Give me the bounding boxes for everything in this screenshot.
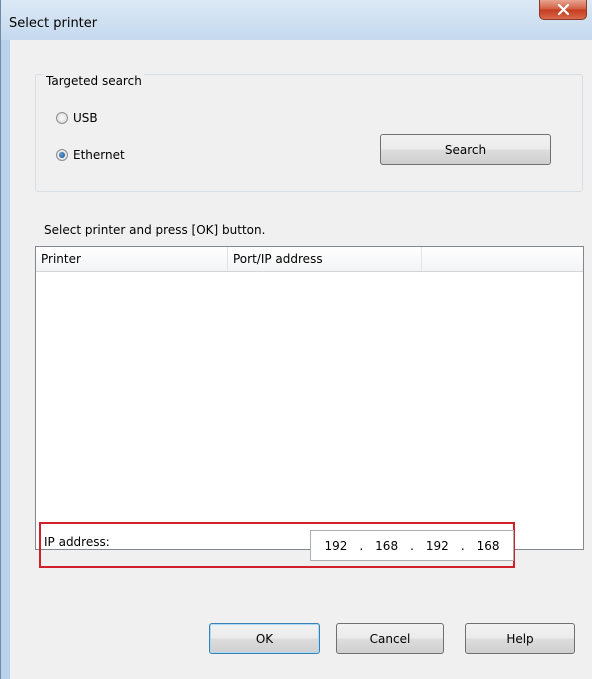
usb-radio[interactable]: [56, 112, 68, 124]
help-button[interactable]: Help: [465, 623, 575, 654]
dialog-window: Select printer Targeted search USB Ether…: [0, 0, 592, 679]
usb-radio-option[interactable]: USB: [56, 111, 98, 125]
ip-separator: .: [460, 538, 465, 553]
ip-octet-2[interactable]: 168: [375, 539, 398, 553]
column-header-printer[interactable]: Printer: [36, 247, 228, 271]
close-icon: [557, 4, 570, 15]
instruction-text: Select printer and press [OK] button.: [44, 223, 266, 237]
ethernet-radio-option[interactable]: Ethernet: [56, 148, 125, 162]
search-button-label: Search: [444, 142, 487, 157]
ip-address-input[interactable]: 192 . 168 . 192 . 168: [310, 530, 514, 561]
ip-separator: .: [359, 538, 364, 553]
cancel-button-label: Cancel: [369, 631, 411, 646]
ip-address-label: IP address:: [44, 535, 110, 549]
targeted-search-group: [35, 74, 583, 192]
ip-octet-4[interactable]: 168: [477, 539, 500, 553]
search-button[interactable]: Search: [380, 134, 551, 165]
cancel-button[interactable]: Cancel: [336, 623, 444, 654]
ip-octet-3[interactable]: 192: [426, 539, 449, 553]
ethernet-label: Ethernet: [73, 148, 125, 162]
ip-octet-1[interactable]: 192: [324, 539, 347, 553]
window-title: Select printer: [9, 16, 98, 31]
ip-separator: .: [410, 538, 414, 553]
targeted-search-legend: Targeted search: [44, 74, 144, 88]
title-bar[interactable]: Select printer: [1, 0, 592, 40]
ethernet-radio[interactable]: [56, 149, 68, 161]
dialog-client-area: Targeted search USB Ethernet Search Sele…: [10, 40, 592, 679]
printer-list[interactable]: Printer Port/IP address: [35, 246, 584, 550]
help-button-label: Help: [506, 631, 534, 646]
column-header-extra[interactable]: [422, 247, 583, 271]
close-button[interactable]: [539, 0, 587, 20]
column-header-port-ip[interactable]: Port/IP address: [228, 247, 422, 271]
usb-label: USB: [73, 111, 98, 125]
ok-button[interactable]: OK: [209, 623, 320, 654]
printer-list-header: Printer Port/IP address: [36, 247, 583, 272]
ok-button-label: OK: [255, 631, 274, 646]
